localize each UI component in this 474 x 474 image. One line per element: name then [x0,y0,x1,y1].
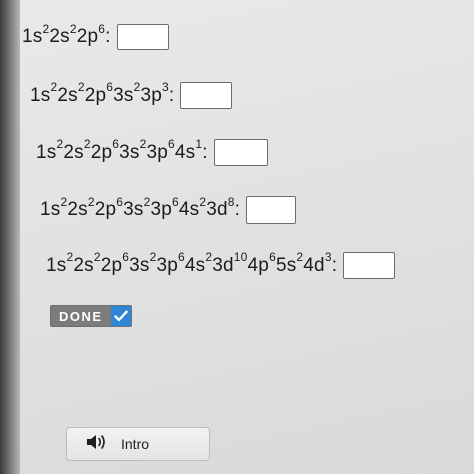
answer-box[interactable] [343,252,396,279]
orbital-label: 4p [247,254,270,276]
electron-count: 6 [269,250,276,265]
electron-count: 2 [42,21,50,36]
electron-count: 2 [133,80,141,95]
electron-count: 2 [139,137,147,152]
orbital-label: 1s [40,199,61,220]
electron-count: 6 [168,137,175,152]
electron-count: 6 [106,80,114,95]
orbital-label: 2p [76,26,99,47]
electron-count: 1 [195,137,203,152]
electron-count: 2 [66,250,74,265]
orbital-label: 3d [212,254,234,276]
orbital-label: 2s [67,199,88,220]
orbital-label: 5s [275,254,297,276]
speaker-icon [85,433,109,456]
electron-count: 3 [324,250,332,265]
done-button-label: DONE [51,306,111,326]
screen-bezel [0,0,20,474]
colon: : [331,254,338,276]
orbital-label: 2s [57,84,78,106]
electron-configuration: 1s22s22p6 [22,23,105,48]
electron-count: 2 [199,194,207,209]
electron-count: 2 [83,137,91,152]
question-row-4: 1s22s22p63s23p64s23d8 : [40,196,297,224]
orbital-label: 3s [119,141,140,163]
electron-count: 2 [56,137,64,152]
electron-count: 2 [205,250,213,265]
electron-count: 2 [87,194,95,209]
electron-count: 10 [233,250,248,265]
orbital-label: 3s [129,254,150,276]
orbital-label: 1s [30,84,51,106]
electron-count: 2 [69,21,77,36]
electron-count: 6 [98,21,106,36]
orbital-label: 2s [49,26,70,47]
orbital-label: 1s [22,26,43,47]
question-row-1: 1s22s22p6 : [22,23,169,50]
orbital-label: 2p [84,84,107,106]
electron-count: 6 [112,137,120,152]
orbital-label: 2p [100,254,123,276]
electron-configuration: 1s22s22p63s23p64s23d8 [40,196,235,221]
orbital-label: 4d [303,254,325,276]
electron-configuration: 1s22s22p63s23p64s1 [36,138,202,164]
electron-configuration: 1s22s22p63s23p64s23d104p65s24d3 [46,251,332,277]
electron-count: 6 [122,250,130,265]
colon: : [234,199,241,220]
orbital-label: 3p [146,141,168,163]
question-row-2: 1s22s22p63s23p3 : [30,81,233,109]
electron-count: 6 [172,194,179,209]
orbital-label: 3p [156,254,178,276]
electron-count: 8 [227,194,235,209]
answer-box[interactable] [180,82,233,109]
intro-button[interactable]: Intro [66,427,210,461]
orbital-label: 3d [206,199,228,220]
orbital-label: 2s [73,254,94,276]
electron-count: 2 [77,80,85,95]
orbital-label: 4s [178,199,200,220]
orbital-label: 3p [140,84,162,106]
electron-count: 2 [50,80,58,95]
electron-count: 6 [116,194,124,209]
electron-count: 2 [149,250,157,265]
orbital-label: 3s [113,84,134,106]
electron-count: 6 [178,250,185,265]
electron-count: 2 [60,194,68,209]
checkmark-icon [110,306,131,326]
colon: : [202,141,208,163]
orbital-label: 2s [63,141,84,163]
colon: : [105,26,111,47]
orbital-label: 2p [94,199,117,220]
orbital-label: 3p [150,199,172,220]
orbital-label: 2p [90,141,113,163]
electron-count: 2 [143,194,151,209]
orbital-label: 1s [46,254,67,276]
orbital-label: 1s [36,141,57,163]
orbital-label: 4s [184,254,206,276]
orbital-label: 4s [174,141,196,163]
electron-count: 2 [93,250,101,265]
intro-button-label: Intro [121,436,150,452]
electron-configuration: 1s22s22p63s23p3 [30,81,169,107]
question-row-3: 1s22s22p63s23p64s1 : [36,138,268,166]
orbital-label: 3s [123,199,144,220]
answer-box[interactable] [116,24,169,50]
answer-box[interactable] [246,196,297,224]
electron-count: 3 [162,80,169,95]
answer-box[interactable] [213,139,268,166]
colon: : [168,84,175,106]
question-row-5: 1s22s22p63s23p64s23d104p65s24d3 : [46,251,396,279]
electron-count: 2 [296,250,304,265]
done-button[interactable]: DONE [50,305,132,327]
